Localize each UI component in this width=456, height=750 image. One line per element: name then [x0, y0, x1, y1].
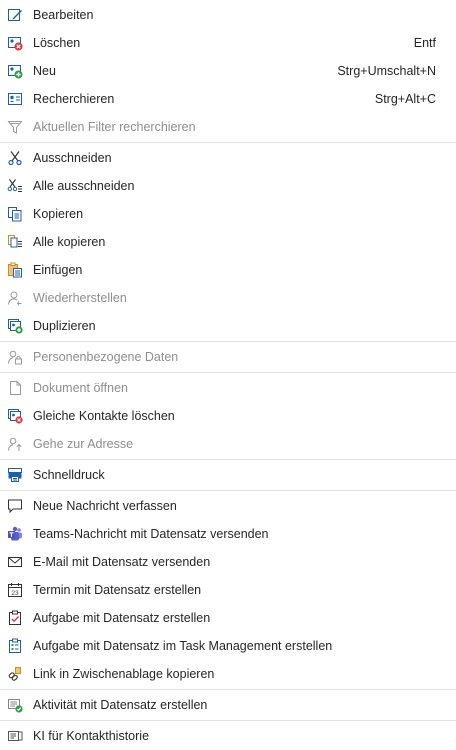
- separator: [0, 341, 456, 342]
- task-management-icon: [6, 637, 24, 655]
- new-card-icon: [6, 62, 24, 80]
- delete-card-icon: [6, 34, 24, 52]
- svg-text:23: 23: [11, 590, 19, 597]
- menu-item-label: Recherchieren: [33, 92, 115, 106]
- cut-all-icon: [6, 177, 24, 195]
- menu-item-alle-ausschneiden[interactable]: Alle ausschneiden: [0, 172, 456, 200]
- menu-item-label: Bearbeiten: [33, 7, 94, 22]
- restore-person-icon: [6, 289, 24, 307]
- goto-address-icon: [6, 435, 24, 453]
- menu-item-label: Schnelldruck: [33, 468, 105, 482]
- menu-item-email[interactable]: E-Mail mit Datensatz versenden: [0, 548, 456, 576]
- menu-item-label: Einfügen: [33, 263, 83, 277]
- menu-item-label: Aufgabe mit Datensatz erstellen: [33, 611, 211, 625]
- separator: [0, 372, 456, 373]
- menu-item-aktivitaet[interactable]: Aktivität mit Datensatz erstellen: [0, 691, 456, 719]
- separator: [0, 142, 456, 143]
- research-card-icon: [6, 90, 24, 108]
- activity-icon: [6, 696, 24, 714]
- context-menu: Bearbeiten Löschen Entf Neu Strg+Umschal…: [0, 0, 456, 750]
- menu-item-label: Aktivität mit Datensatz erstellen: [33, 698, 208, 712]
- menu-item-label: Aufgabe mit Datensatz im Task Management…: [33, 639, 333, 653]
- ai-history-icon: [6, 727, 24, 745]
- shortcut-text: Strg+Alt+C: [374, 92, 436, 106]
- copy-icon: [6, 205, 24, 223]
- separator: [0, 490, 456, 491]
- speech-bubble-icon: [6, 497, 24, 515]
- menu-item-label: Wiederherstellen: [33, 291, 127, 305]
- menu-item-kopieren[interactable]: Kopieren: [0, 200, 456, 228]
- menu-item-label: Teams-Nachricht mit Datensatz versenden: [33, 527, 269, 541]
- menu-item-personenbezogene-daten[interactable]: Personenbezogene Daten: [0, 343, 456, 371]
- menu-item-bearbeiten[interactable]: Bearbeiten: [0, 0, 456, 29]
- menu-item-label: Alle kopieren: [33, 235, 106, 249]
- paste-icon: [6, 261, 24, 279]
- menu-item-aktuellen-filter[interactable]: Aktuellen Filter recherchieren: [0, 113, 456, 141]
- menu-item-label: Termin mit Datensatz erstellen: [33, 583, 202, 597]
- shortcut-text: Entf: [413, 36, 436, 50]
- menu-item-label: Personenbezogene Daten: [33, 350, 179, 364]
- menu-item-teams-nachricht[interactable]: Teams-Nachricht mit Datensatz versenden: [0, 520, 456, 548]
- menu-item-link-kopieren[interactable]: Link in Zwischenablage kopieren: [0, 660, 456, 688]
- menu-item-label: Duplizieren: [33, 319, 96, 333]
- menu-item-aufgabe-task-management[interactable]: Aufgabe mit Datensatz im Task Management…: [0, 632, 456, 660]
- menu-item-einfuegen[interactable]: Einfügen: [0, 256, 456, 284]
- duplicate-icon: [6, 317, 24, 335]
- menu-item-gehe-zur-adresse[interactable]: Gehe zur Adresse: [0, 430, 456, 458]
- edit-icon: [6, 6, 24, 24]
- copy-all-icon: [6, 233, 24, 251]
- personal-data-lock-icon: [6, 348, 24, 366]
- menu-item-dokument-oeffnen[interactable]: Dokument öffnen: [0, 374, 456, 402]
- menu-item-label: Kopieren: [33, 207, 84, 221]
- menu-item-label: E-Mail mit Datensatz versenden: [33, 555, 211, 569]
- delete-duplicates-icon: [6, 407, 24, 425]
- menu-item-aufgabe[interactable]: Aufgabe mit Datensatz erstellen: [0, 604, 456, 632]
- cut-icon: [6, 149, 24, 167]
- menu-item-duplizieren[interactable]: Duplizieren: [0, 312, 456, 340]
- menu-item-schnelldruck[interactable]: Schnelldruck: [0, 461, 456, 489]
- menu-item-label: Link in Zwischenablage kopieren: [33, 667, 215, 681]
- menu-item-label: Gehe zur Adresse: [33, 437, 134, 451]
- menu-item-label: Gleiche Kontakte löschen: [33, 409, 175, 423]
- link-icon: [6, 665, 24, 683]
- mail-icon: [6, 553, 24, 571]
- menu-item-gleiche-kontakte-loeschen[interactable]: Gleiche Kontakte löschen: [0, 402, 456, 430]
- task-icon: [6, 609, 24, 627]
- quick-print-icon: [6, 466, 24, 484]
- menu-item-ki-kontakthistorie[interactable]: KI für Kontakthistorie: [0, 722, 456, 750]
- separator: [0, 689, 456, 690]
- menu-item-label: Neu: [33, 64, 56, 78]
- menu-item-neue-nachricht[interactable]: Neue Nachricht verfassen: [0, 492, 456, 520]
- shortcut-text: Strg+Umschalt+N: [337, 64, 436, 78]
- menu-item-label: Alle ausschneiden: [33, 179, 135, 193]
- menu-item-neu[interactable]: Neu Strg+Umschalt+N: [0, 57, 456, 85]
- menu-item-wiederherstellen[interactable]: Wiederherstellen: [0, 284, 456, 312]
- document-icon: [6, 379, 24, 397]
- menu-item-recherchieren[interactable]: Recherchieren Strg+Alt+C: [0, 85, 456, 113]
- menu-item-ausschneiden[interactable]: Ausschneiden: [0, 144, 456, 172]
- separator: [0, 720, 456, 721]
- menu-item-label: Ausschneiden: [33, 151, 112, 165]
- menu-item-label: Aktuellen Filter recherchieren: [33, 120, 196, 134]
- menu-item-loeschen[interactable]: Löschen Entf: [0, 29, 456, 57]
- filter-icon: [6, 118, 24, 136]
- menu-item-label: KI für Kontakthistorie: [33, 729, 150, 743]
- calendar-icon: 23: [6, 581, 24, 599]
- menu-item-termin[interactable]: 23 Termin mit Datensatz erstellen: [0, 576, 456, 604]
- menu-item-label: Löschen: [33, 36, 81, 50]
- separator: [0, 459, 456, 460]
- teams-icon: [6, 525, 24, 543]
- menu-item-label: Neue Nachricht verfassen: [33, 499, 177, 513]
- menu-item-label: Dokument öffnen: [33, 381, 128, 395]
- menu-item-alle-kopieren[interactable]: Alle kopieren: [0, 228, 456, 256]
